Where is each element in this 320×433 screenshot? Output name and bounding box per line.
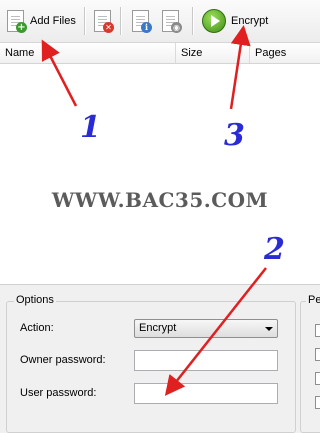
permission-checkbox[interactable]: [315, 348, 320, 361]
annotation-number-2: 2: [264, 232, 285, 267]
permission-checkbox[interactable]: [315, 396, 320, 409]
action-label: Action:: [20, 322, 54, 334]
column-header-name[interactable]: Name: [0, 43, 176, 63]
owner-password-label: Owner password:: [20, 354, 106, 366]
encrypt-button[interactable]: Encrypt: [202, 6, 268, 36]
toolbar-separator: [192, 7, 193, 35]
add-files-button[interactable]: + Add Files: [5, 6, 76, 36]
list-header: Name Size Pages: [0, 43, 320, 64]
user-password-label: User password:: [20, 387, 97, 399]
document-info-icon: i: [130, 9, 152, 33]
chevron-down-icon: [265, 327, 273, 331]
column-header-size[interactable]: Size: [176, 43, 250, 63]
permission-checkbox[interactable]: [315, 372, 320, 385]
action-select[interactable]: Encrypt: [134, 319, 278, 338]
annotation-number-1: 1: [80, 110, 101, 145]
add-files-label: Add Files: [30, 15, 76, 27]
column-header-pages[interactable]: Pages: [250, 43, 320, 63]
watermark-text: WWW.BAC35.COM: [51, 188, 269, 212]
permissions-title: Pe: [306, 294, 320, 306]
file-info-button[interactable]: i: [130, 6, 152, 36]
remove-file-button[interactable]: ✕: [92, 6, 114, 36]
owner-password-field[interactable]: [134, 350, 278, 371]
toolbar-separator: [84, 7, 85, 35]
options-title: Options: [14, 294, 56, 306]
document-preview-icon: ◉: [160, 9, 182, 33]
toolbar: + Add Files ✕ i ◉ Encrypt: [0, 0, 320, 43]
user-password-field[interactable]: [134, 383, 278, 404]
remove-document-icon: ✕: [92, 9, 114, 33]
annotation-number-3: 3: [224, 118, 245, 153]
add-document-icon: +: [5, 9, 27, 33]
preview-button[interactable]: ◉: [160, 6, 182, 36]
permissions-group: [300, 301, 320, 433]
play-icon: [202, 9, 226, 33]
action-select-value: Encrypt: [139, 322, 177, 334]
toolbar-separator: [120, 7, 121, 35]
encrypt-label: Encrypt: [231, 15, 269, 27]
permission-checkbox[interactable]: [315, 324, 320, 337]
